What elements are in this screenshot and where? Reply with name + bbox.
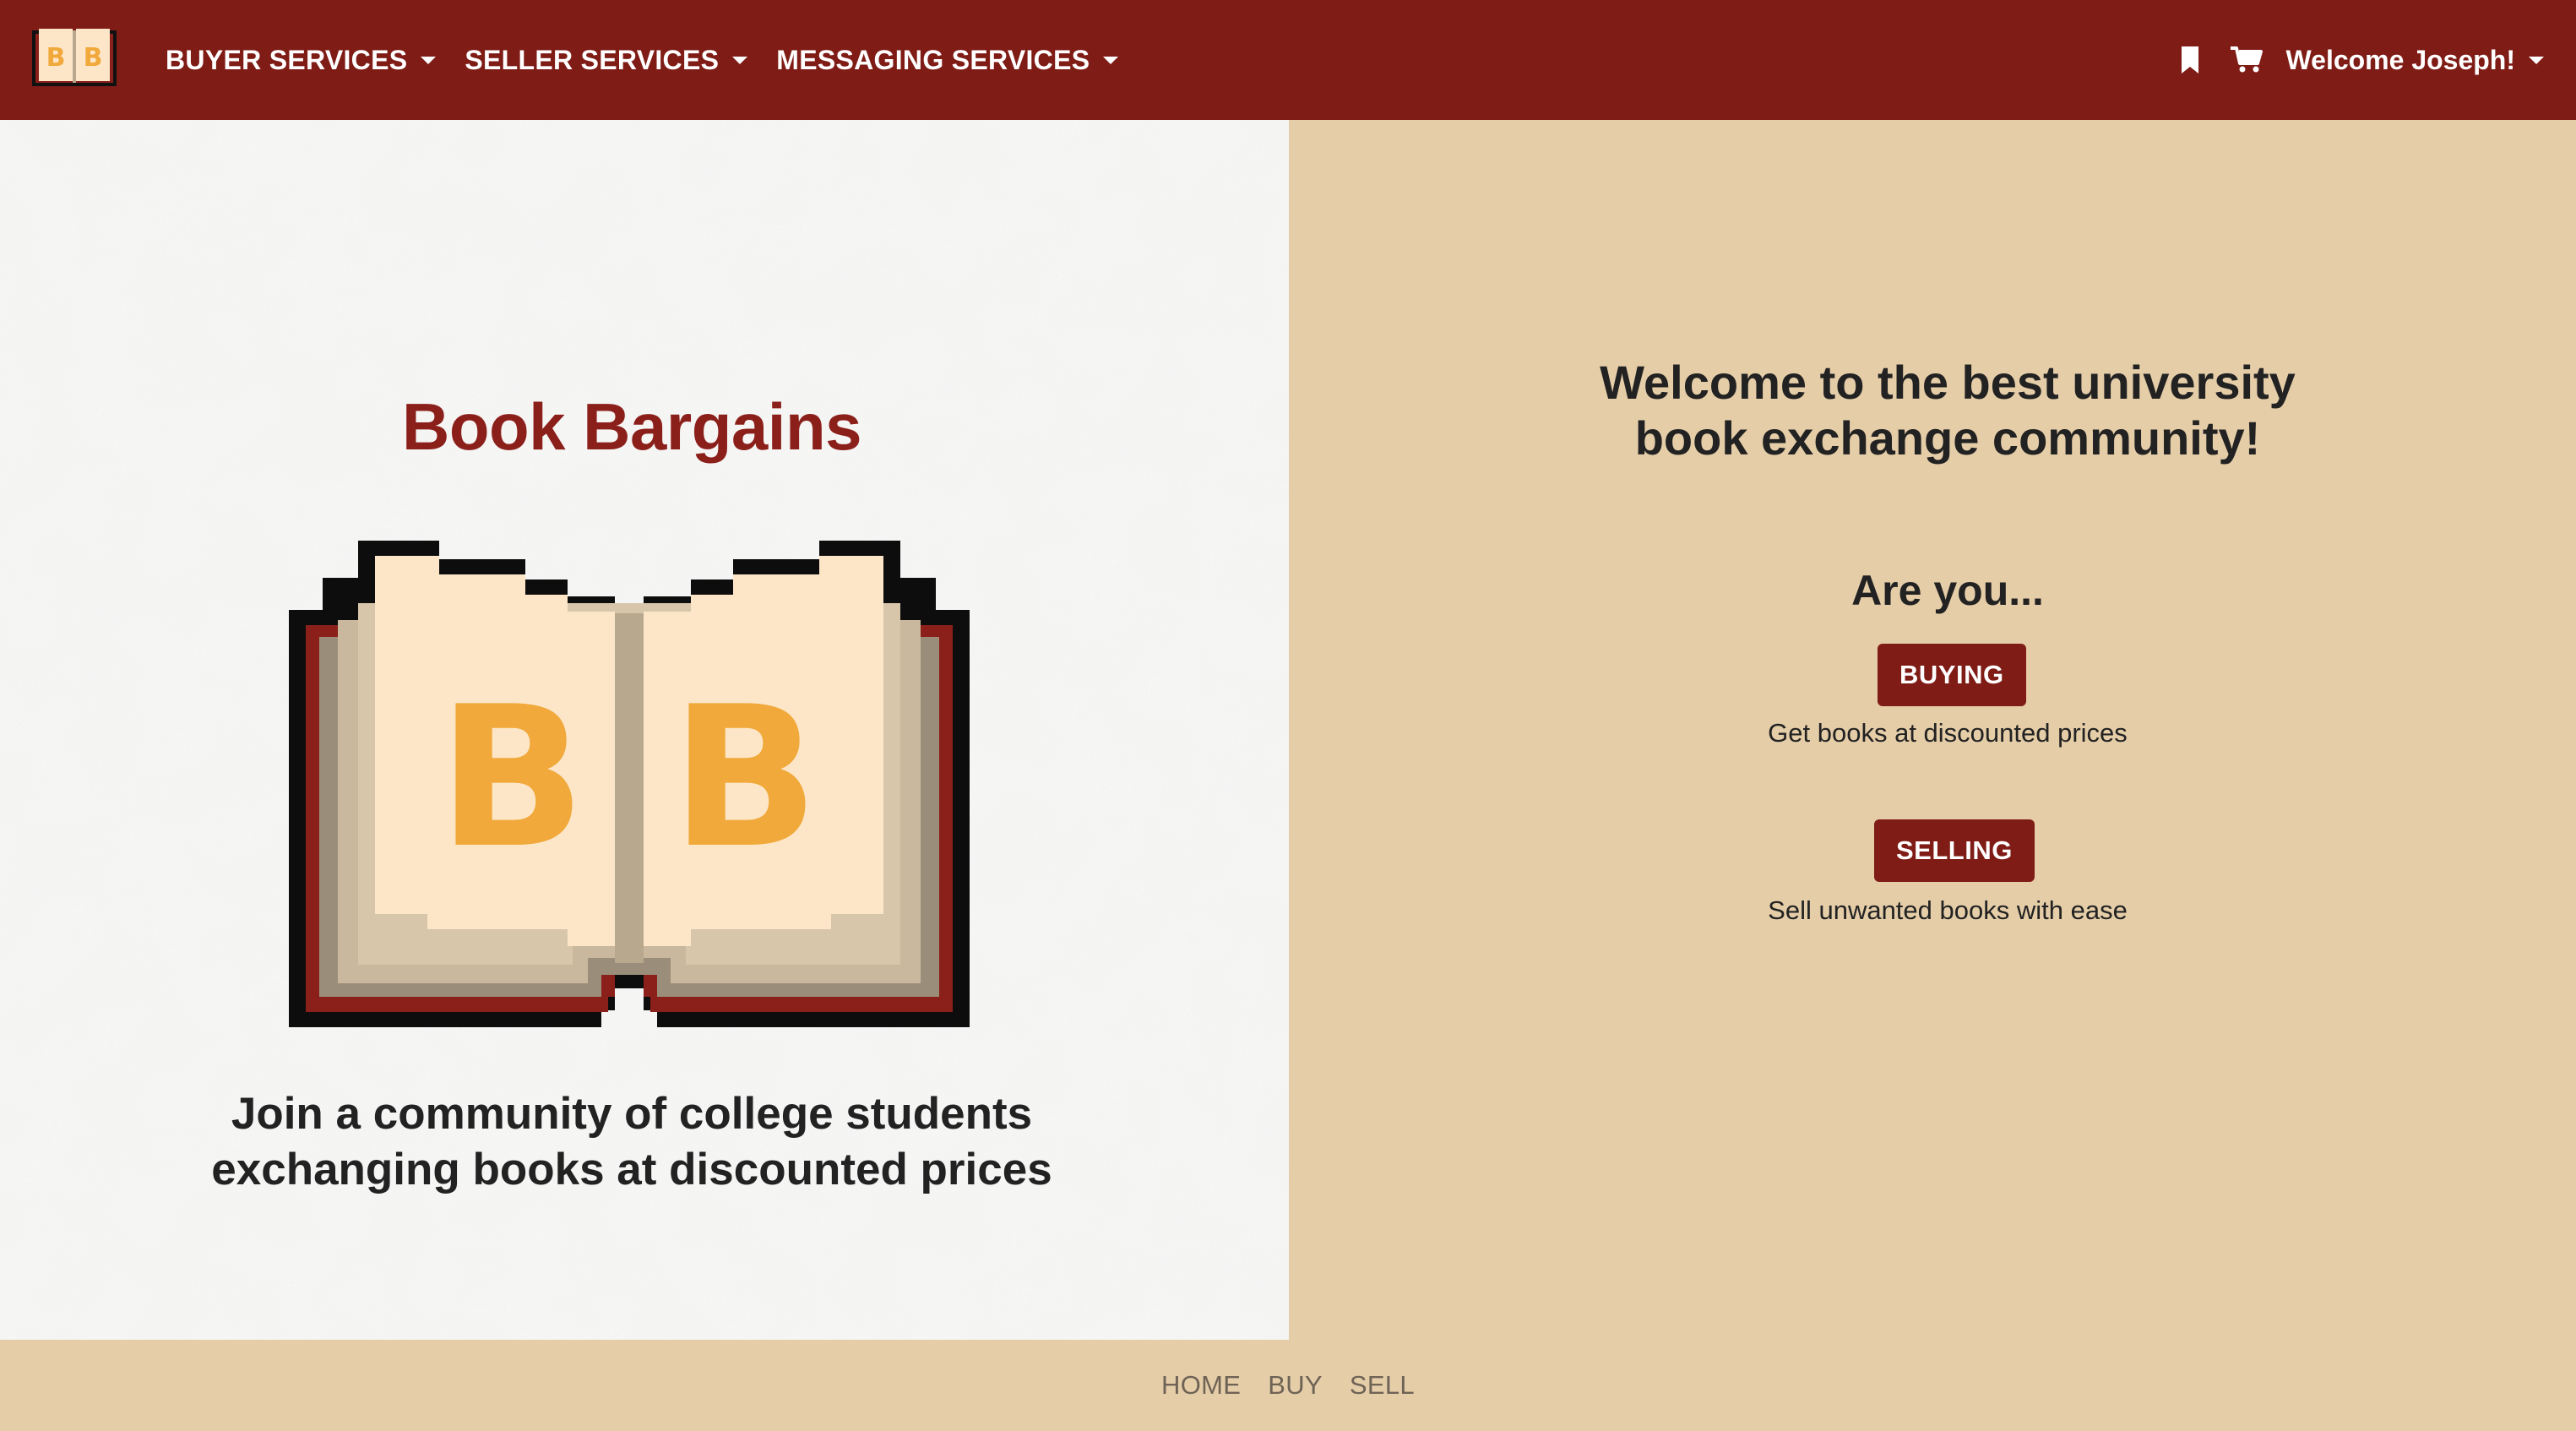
chevron-down-icon bbox=[421, 56, 437, 64]
buyer-services-label: BUYER SERVICES bbox=[166, 44, 408, 75]
nav-right-group: Welcome Joseph! bbox=[2180, 0, 2544, 120]
welcome-text-start: Welcome to the bbox=[1600, 356, 1962, 409]
bookmark-button[interactable] bbox=[2180, 46, 2200, 73]
tagline-line-2: exchanging books at discounted prices bbox=[211, 1145, 1052, 1194]
footer-home-link[interactable]: HOME bbox=[1161, 1370, 1241, 1401]
svg-text:B: B bbox=[84, 43, 103, 73]
footer-buy-link[interactable]: BUY bbox=[1268, 1370, 1323, 1401]
welcome-heading: Welcome to the best university book exch… bbox=[1289, 355, 2576, 466]
brand-title: Book Bargains bbox=[402, 389, 861, 464]
welcome-text-end: university bbox=[2058, 356, 2296, 409]
footer: HOME BUY SELL bbox=[0, 1340, 2576, 1431]
brand-logo-icon[interactable]: B B bbox=[30, 24, 118, 91]
welcome-emphasis: best bbox=[1961, 356, 2059, 409]
chevron-down-icon bbox=[1103, 56, 1119, 64]
buying-description: Get books at discounted prices bbox=[1768, 718, 2128, 748]
messaging-services-label: MESSAGING SERVICES bbox=[776, 44, 1090, 75]
chevron-down-icon bbox=[2529, 56, 2544, 64]
user-menu[interactable]: Welcome Joseph! bbox=[2286, 45, 2544, 76]
intro-panel: Welcome to the best university book exch… bbox=[1289, 120, 2576, 1340]
messaging-services-menu[interactable]: MESSAGING SERVICES bbox=[776, 44, 1119, 76]
seller-services-label: SELLER SERVICES bbox=[465, 44, 720, 75]
buyer-services-menu[interactable]: BUYER SERVICES bbox=[166, 44, 437, 76]
logo-letter-left: B bbox=[437, 666, 585, 891]
are-you-prompt: Are you... bbox=[1851, 567, 2044, 614]
bookmark-icon bbox=[2181, 46, 2198, 73]
main-nav: BUYER SERVICES SELLER SERVICES MESSAGING… bbox=[166, 0, 1147, 120]
buying-button[interactable]: BUYING bbox=[1878, 644, 2026, 706]
hero-panel: Book Bargains B B Join a community of co… bbox=[0, 120, 1289, 1340]
chevron-down-icon bbox=[732, 56, 748, 64]
user-welcome-label: Welcome Joseph! bbox=[2285, 44, 2515, 75]
hero-tagline: Join a community of college students exc… bbox=[0, 1086, 1264, 1198]
cart-button[interactable] bbox=[2230, 46, 2263, 73]
svg-text:B: B bbox=[46, 43, 66, 73]
open-book-logo-icon: B B bbox=[289, 541, 970, 1027]
top-navbar: B B BUYER SERVICES SELLER SERVICES MESSA… bbox=[0, 0, 2576, 120]
footer-sell-link[interactable]: SELL bbox=[1350, 1370, 1415, 1401]
welcome-line-1: Welcome to the best university bbox=[1289, 355, 2576, 411]
tagline-line-1: Join a community of college students bbox=[231, 1089, 1033, 1139]
seller-services-menu[interactable]: SELLER SERVICES bbox=[465, 44, 748, 76]
svg-text:B: B bbox=[671, 666, 818, 891]
selling-description: Sell unwanted books with ease bbox=[1768, 895, 2128, 925]
selling-button[interactable]: SELLING bbox=[1874, 819, 2035, 882]
welcome-line-2: book exchange community! bbox=[1634, 411, 2261, 465]
cart-icon bbox=[2230, 46, 2263, 73]
